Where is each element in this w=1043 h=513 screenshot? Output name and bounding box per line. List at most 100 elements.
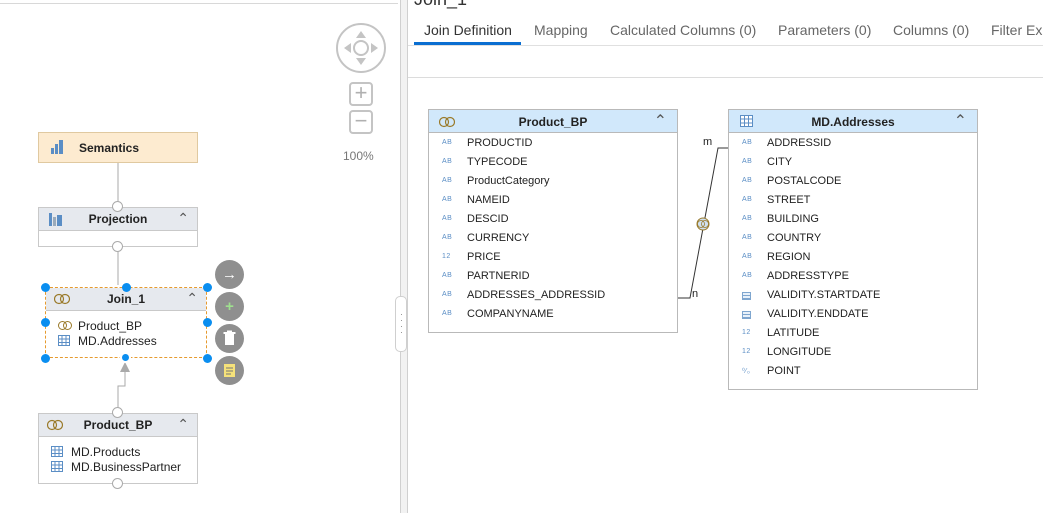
product-bp-field-name: PRODUCTID [467,137,533,149]
table-icon [51,461,64,472]
product-bp-field-row[interactable]: AB COMPANYNAME [429,306,677,325]
chevron-up-icon[interactable]: ⌃ [186,290,198,307]
tab-join-definition[interactable]: Join Definition [424,22,512,38]
join-cardinality-right-label: m [703,136,713,148]
tab-parameters[interactable]: Parameters (0) [778,22,871,38]
md-addresses-field-name: POINT [767,365,801,377]
md-addresses-field-row[interactable]: AB CITY [729,154,977,173]
tab-calculated-columns[interactable]: Calculated Columns (0) [610,22,756,38]
resize-handle[interactable] [203,354,212,363]
string-type-icon: AB [442,234,453,241]
string-type-icon: AB [442,215,453,222]
md-addresses-table-header: MD.Addresses ⌃ [729,110,977,133]
md-addresses-field-row[interactable]: AB COUNTRY [729,230,977,249]
product-bp-field-row[interactable]: AB DESCID [429,211,677,230]
md-addresses-field-row[interactable]: AB BUILDING [729,211,977,230]
chevron-up-icon[interactable]: ⌃ [954,111,967,131]
editor-title: Join_1 [414,0,467,10]
geo-type-icon: ⁰⁄₀ [742,368,751,375]
string-type-icon: AB [442,158,453,165]
md-addresses-field-row[interactable]: 12 LONGITUDE [729,344,977,363]
join-output-port[interactable] [120,352,131,363]
chevron-up-icon[interactable]: ⌃ [177,210,189,227]
product-bp-field-row[interactable]: AB CURRENCY [429,230,677,249]
resize-handle[interactable] [122,283,131,292]
md-addresses-field-row[interactable]: AB ADDRESSTYPE [729,268,977,287]
add-button[interactable]: + [215,292,244,321]
product-bp-field-name: CURRENCY [467,232,530,244]
resize-handle[interactable] [41,318,50,327]
md-addresses-field-name: LONGITUDE [767,346,832,358]
chevron-up-icon[interactable]: ⌃ [177,416,189,433]
md-addresses-table[interactable]: MD.Addresses ⌃ AB ADDRESSID AB CITY AB POSTAL… [728,109,978,390]
semantics-node[interactable]: Semantics [38,132,198,163]
product-bp-field-name: TYPECODE [467,156,528,168]
md-addresses-field-name: ADDRESSTYPE [767,270,849,282]
product-bp-field-row[interactable]: AB TYPECODE [429,154,677,173]
note-button[interactable] [215,356,244,385]
resize-handle[interactable] [41,283,50,292]
product-bp-field-row[interactable]: AB ProductCategory [429,173,677,192]
link-arrow-button[interactable]: → [215,260,244,289]
semantics-icon [51,140,65,157]
md-addresses-field-name: VALIDITY.ENDDATE [767,308,869,320]
arrow-right-icon: → [222,266,237,283]
string-type-icon: AB [742,139,753,146]
md-addresses-table-title: MD.Addresses [811,115,895,129]
md-addresses-field-name: VALIDITY.STARTDATE [767,289,881,301]
plus-icon: + [225,298,234,315]
product-bp-field-row[interactable]: AB PARTNERID [429,268,677,287]
product-bp-field-name: ADDRESSES_ADDRESSID [467,289,606,301]
resize-handle[interactable] [203,318,212,327]
product-bp-field-row[interactable]: AB NAMEID [429,192,677,211]
product-bp-field-name: DESCID [467,213,509,225]
md-addresses-field-row[interactable]: AB POSTALCODE [729,173,977,192]
product-bp-node[interactable]: Product_BP ⌃ MD.Products MD.BusinessPart… [38,413,198,484]
md-addresses-field-row[interactable]: ⁰⁄₀ POINT [729,363,977,382]
md-addresses-field-row[interactable]: VALIDITY.STARTDATE [729,287,977,306]
string-type-icon: AB [742,177,753,184]
string-type-icon: AB [742,253,753,260]
tab-mapping[interactable]: Mapping [534,22,588,38]
note-icon [224,364,235,377]
projection-input-port[interactable] [112,201,123,212]
product-bp-input-port[interactable] [112,407,123,418]
join-node[interactable]: Join_1 ⌃ Product_BP MD.Addresses [45,287,207,358]
numeric-type-icon: 12 [442,253,451,260]
product-bp-field-row[interactable]: AB ADDRESSES_ADDRESSID [429,287,677,306]
chevron-up-icon[interactable]: ⌃ [654,111,667,131]
pane-splitter[interactable] [400,0,408,513]
md-addresses-field-name: REGION [767,251,811,263]
projection-output-port[interactable] [112,241,123,252]
join-input-label: MD.Addresses [78,334,157,348]
product-bp-node-title: Product_BP [83,418,153,432]
string-type-icon: AB [442,310,453,317]
join-input-label: Product_BP [78,319,143,333]
product-bp-table-header: Product_BP ⌃ [429,110,677,133]
delete-button[interactable] [215,324,244,353]
string-type-icon: AB [742,215,753,222]
tab-columns[interactable]: Columns (0) [893,22,969,38]
md-addresses-field-name: LATITUDE [767,327,820,339]
product-bp-field-row[interactable]: AB PRODUCTID [429,135,677,154]
product-bp-output-port[interactable] [112,478,123,489]
resize-handle[interactable] [41,354,50,363]
md-addresses-field-row[interactable]: AB ADDRESSID [729,135,977,154]
resize-handle[interactable] [203,283,212,292]
md-addresses-field-row[interactable]: 12 LATITUDE [729,325,977,344]
product-bp-field-name: COMPANYNAME [467,308,554,320]
md-addresses-field-name: POSTALCODE [767,175,842,187]
product-bp-field-row[interactable]: 12 PRICE [429,249,677,268]
md-addresses-field-row[interactable]: VALIDITY.ENDDATE [729,306,977,325]
splitter-grip-handle[interactable]: · · · · [395,296,407,352]
md-addresses-field-row[interactable]: AB REGION [729,249,977,268]
tab-filter-expression[interactable]: Filter Ex [991,22,1042,38]
product-bp-table[interactable]: Product_BP ⌃ AB PRODUCTID AB TYPECODE AB Prod… [428,109,678,333]
string-type-icon: AB [742,196,753,203]
md-addresses-field-row[interactable]: AB STREET [729,192,977,211]
numeric-type-icon: 12 [742,329,751,336]
md-addresses-field-name: BUILDING [767,213,819,225]
string-type-icon: AB [742,272,753,279]
product-bp-input-label: MD.Products [71,445,141,459]
table-icon [58,335,71,346]
